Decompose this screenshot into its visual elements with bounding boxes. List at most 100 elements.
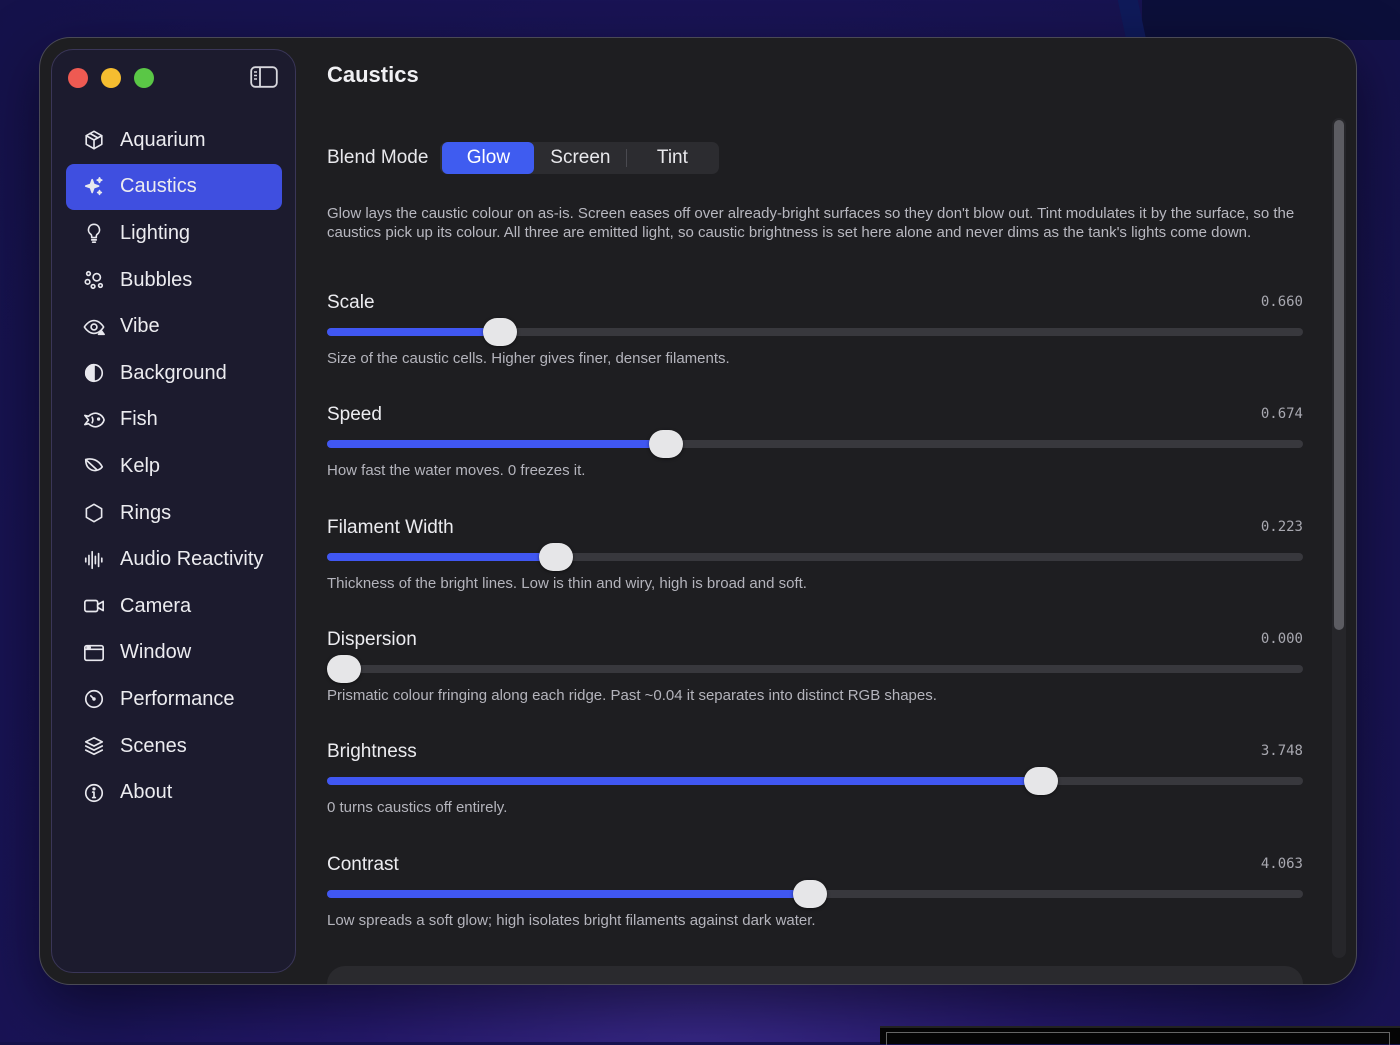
fish-icon bbox=[82, 408, 106, 432]
contrast-value: 4.063 bbox=[1260, 855, 1303, 872]
sidebar-item-label: Vibe bbox=[120, 315, 160, 338]
sidebar-item-about[interactable]: About bbox=[66, 769, 282, 816]
dispersion-slider[interactable] bbox=[327, 654, 1303, 683]
blend-mode-screen-option[interactable]: Screen bbox=[534, 142, 626, 174]
sidebar-item-label: Audio Reactivity bbox=[120, 548, 264, 571]
cube-icon bbox=[82, 128, 106, 152]
sidebar-item-camera[interactable]: Camera bbox=[66, 583, 282, 630]
contrast-slider-row: Contrast 4.063 Low spreads a soft glow; hi… bbox=[327, 854, 1303, 966]
dispersion-slider-row: Dispersion 0.000 Prismatic colour fringing… bbox=[327, 629, 1303, 741]
filament-width-slider-fill bbox=[327, 552, 556, 561]
contrast-label: Contrast bbox=[327, 853, 399, 875]
contrast-slider-fill bbox=[327, 889, 811, 898]
sidebar-item-label: Window bbox=[120, 641, 192, 664]
sidebar-item-performance[interactable]: Performance bbox=[66, 676, 282, 723]
sidebar-item-vibe[interactable]: Vibe bbox=[66, 303, 282, 350]
sidebar: Aquarium Caustics Lighting Bubbles Vibe … bbox=[51, 49, 296, 973]
sidebar-item-label: Performance bbox=[120, 687, 235, 710]
blend-mode-label: Blend Mode bbox=[327, 147, 429, 168]
sidebar-item-aquarium[interactable]: Aquarium bbox=[66, 117, 282, 164]
scale-slider-thumb[interactable] bbox=[483, 318, 518, 346]
sidebar-item-label: Kelp bbox=[120, 454, 161, 477]
scale-label: Scale bbox=[327, 292, 375, 313]
dispersion-slider-thumb[interactable] bbox=[327, 654, 361, 683]
sidebar-item-window[interactable]: Window bbox=[66, 630, 282, 677]
close-button[interactable] bbox=[68, 68, 88, 88]
contrast-help-text: Low spreads a soft glow; high isolates b… bbox=[327, 911, 816, 929]
speed-slider[interactable] bbox=[327, 430, 1303, 459]
sidebar-item-scenes[interactable]: Scenes bbox=[66, 723, 282, 770]
sidebar-item-label: About bbox=[120, 781, 173, 804]
lightbulb-icon bbox=[82, 221, 106, 245]
sparkles-icon bbox=[82, 175, 106, 199]
contrast-slider-thumb[interactable] bbox=[793, 879, 828, 908]
brightness-slider-fill bbox=[327, 777, 1042, 786]
blend-mode-tint-option[interactable]: Tint bbox=[627, 142, 717, 174]
hexagon-icon bbox=[82, 501, 106, 525]
speed-slider-thumb[interactable] bbox=[649, 430, 684, 459]
brightness-slider-thumb[interactable] bbox=[1024, 767, 1059, 796]
blend-mode-row: Blend Mode Glow Screen Tint bbox=[327, 140, 1303, 176]
filament-width-label: Filament Width bbox=[327, 516, 454, 538]
brightness-help-text: 0 turns caustics off entirely. bbox=[327, 799, 508, 817]
filament-width-slider[interactable] bbox=[327, 542, 1303, 571]
speed-slider-fill bbox=[327, 440, 667, 449]
sidebar-item-fish[interactable]: Fish bbox=[66, 397, 282, 444]
sidebar-item-bubbles[interactable]: Bubbles bbox=[66, 257, 282, 304]
sidebar-item-caustics[interactable]: Caustics bbox=[66, 163, 282, 211]
speed-slider-row: Speed 0.674 How fast the water moves. 0 fr… bbox=[327, 404, 1303, 516]
contrast-slider[interactable] bbox=[327, 879, 1303, 908]
eye-icon bbox=[82, 315, 106, 339]
settings-window: Aquarium Caustics Lighting Bubbles Vibe … bbox=[40, 38, 1356, 984]
leaf-icon bbox=[82, 454, 106, 478]
sidebar-item-label: Rings bbox=[120, 501, 172, 524]
brightness-slider[interactable] bbox=[327, 767, 1303, 796]
sidebar-item-label: Camera bbox=[120, 594, 192, 617]
speed-value: 0.674 bbox=[1260, 406, 1303, 423]
page-title: Caustics bbox=[327, 62, 419, 87]
blend-mode-glow-option[interactable]: Glow bbox=[442, 142, 535, 174]
waveform-icon bbox=[82, 548, 106, 572]
sidebar-item-rings[interactable]: Rings bbox=[66, 490, 282, 537]
sidebar-item-lighting[interactable]: Lighting bbox=[66, 210, 282, 257]
settings-content: Blend Mode Glow Screen Tint Glow lays th… bbox=[327, 140, 1303, 929]
window-icon bbox=[82, 641, 106, 665]
scale-value: 0.660 bbox=[1260, 294, 1303, 310]
traffic-lights bbox=[68, 68, 154, 88]
filament-width-value: 0.223 bbox=[1260, 518, 1303, 535]
layers-icon bbox=[82, 734, 106, 758]
sidebar-item-label: Lighting bbox=[120, 221, 191, 244]
sidebar-item-label: Background bbox=[120, 361, 227, 384]
zoom-button[interactable] bbox=[134, 68, 154, 88]
desktop-dock-strip bbox=[880, 1026, 1400, 1045]
desktop-background-dark bbox=[1142, 0, 1400, 40]
scale-slider[interactable] bbox=[327, 318, 1303, 346]
sidebar-item-label: Bubbles bbox=[120, 268, 193, 291]
info-icon bbox=[82, 781, 106, 805]
scrollbar[interactable] bbox=[1332, 118, 1346, 958]
video-camera-icon bbox=[82, 594, 106, 618]
filament-width-slider-row: Filament Width 0.223 Thickness of the brig… bbox=[327, 517, 1303, 629]
brightness-value: 3.748 bbox=[1260, 743, 1303, 760]
sidebar-item-label: Aquarium bbox=[120, 128, 206, 151]
scale-slider-row: Scale 0.660 Size of the caustic cells. Hig… bbox=[327, 292, 1303, 404]
sidebar-item-audio-reactivity[interactable]: Audio Reactivity bbox=[66, 536, 282, 583]
blend-mode-description: Glow lays the caustic colour on as-is. S… bbox=[327, 205, 1295, 241]
sidebar-item-background[interactable]: Background bbox=[66, 350, 282, 397]
bubbles-icon bbox=[82, 268, 106, 292]
filament-width-slider-thumb[interactable] bbox=[538, 542, 573, 571]
minimize-button[interactable] bbox=[101, 68, 121, 88]
sidebar-item-kelp[interactable]: Kelp bbox=[66, 443, 282, 490]
brightness-label: Brightness bbox=[327, 741, 417, 763]
brightness-slider-row: Brightness 3.748 0 turns caustics off enti… bbox=[327, 741, 1303, 853]
sidebar-toggle-icon[interactable] bbox=[250, 66, 278, 88]
collapsed-section-header[interactable] bbox=[327, 966, 1303, 984]
sidebar-item-label: Fish bbox=[120, 408, 158, 431]
dispersion-value: 0.000 bbox=[1260, 630, 1303, 647]
filament-width-help-text: Thickness of the bright lines. Low is th… bbox=[327, 574, 807, 592]
blend-mode-segmented-control: Glow Screen Tint bbox=[440, 142, 720, 174]
scrollbar-knob[interactable] bbox=[1334, 120, 1344, 630]
scale-help-text: Size of the caustic cells. Higher gives … bbox=[327, 350, 730, 367]
sidebar-item-label: Scenes bbox=[120, 734, 187, 757]
sidebar-nav: Aquarium Caustics Lighting Bubbles Vibe … bbox=[66, 117, 282, 816]
